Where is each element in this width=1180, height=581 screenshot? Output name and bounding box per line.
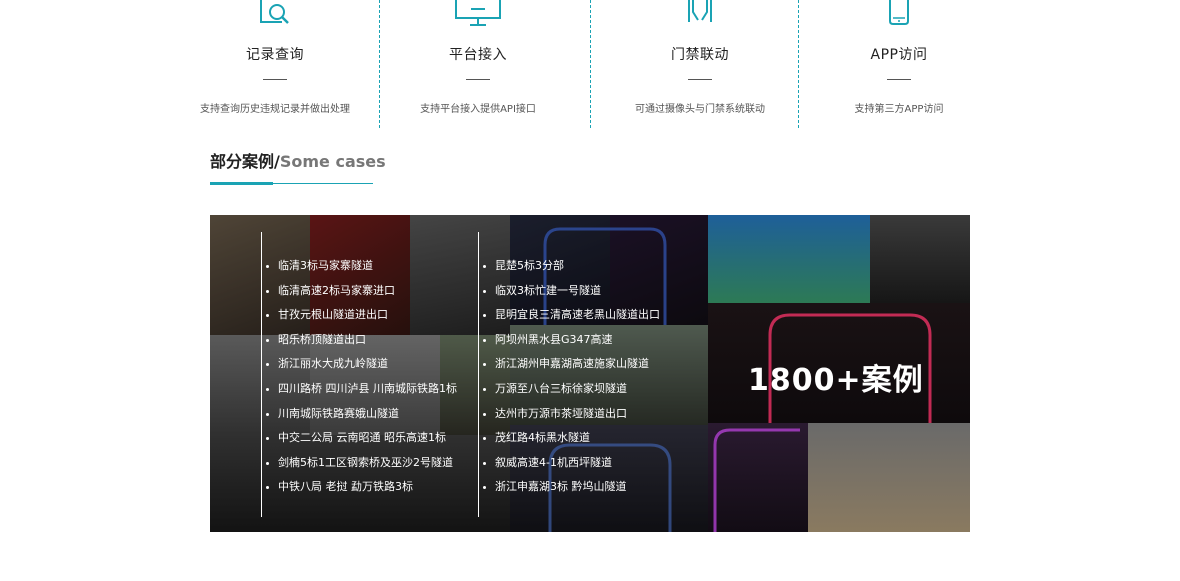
case-item: 昆楚5标3分部 xyxy=(480,255,660,280)
feature-title: 记录查询 xyxy=(246,47,304,63)
case-item: 茂红路4标黑水隧道 xyxy=(480,427,660,452)
feature-separator xyxy=(379,0,380,128)
list-divider-line xyxy=(478,232,479,517)
case-item: 临清3标马家寨隧道 xyxy=(263,255,457,280)
cases-heading: 部分案例/Some cases xyxy=(210,148,386,172)
feature-record-query: 记录查询 支持查询历史违规记录并做出处理 xyxy=(170,0,380,130)
feature-title: APP访问 xyxy=(870,47,928,63)
case-item: 浙江申嘉湖3标 黔坞山隧道 xyxy=(480,476,660,501)
document-search-icon xyxy=(260,0,289,24)
case-item: 剑楠5标1工区钢索桥及巫沙2号隧道 xyxy=(263,452,457,477)
feature-desc: 支持平台接入提供API接口 xyxy=(420,104,536,115)
list-divider-line xyxy=(261,232,262,517)
case-item: 临双3标忙建一号隧道 xyxy=(480,280,660,305)
feature-platform-access: 平台接入 支持平台接入提供API接口 xyxy=(373,0,583,130)
case-item: 叙威高速4-1机西坪隧道 xyxy=(480,452,660,477)
monitor-icon xyxy=(455,0,501,26)
feature-divider xyxy=(466,79,490,80)
case-item: 昆明宜良三清高速老黑山隧道出口 xyxy=(480,304,660,329)
cases-heading-cn: 部分案例/ xyxy=(210,152,280,171)
case-item: 阿坝州黑水县G347高速 xyxy=(480,329,660,354)
feature-title: 门禁联动 xyxy=(671,47,729,63)
feature-app-access: APP访问 支持第三方APP访问 xyxy=(794,0,1004,130)
case-item: 昭乐桥顶隧道出口 xyxy=(263,329,457,354)
feature-desc: 支持查询历史违规记录并做出处理 xyxy=(200,104,350,115)
case-list-right: 昆楚5标3分部 临双3标忙建一号隧道 昆明宜良三清高速老黑山隧道出口 阿坝州黑水… xyxy=(480,255,660,501)
feature-divider xyxy=(688,79,712,80)
case-item: 甘孜元根山隧道进出口 xyxy=(263,304,457,329)
case-item: 达州市万源市茶垭隧道出口 xyxy=(480,403,660,428)
feature-separator xyxy=(798,0,799,128)
feature-divider xyxy=(263,79,287,80)
case-item: 临清高速2标马家寨进口 xyxy=(263,280,457,305)
case-item: 浙江丽水大成九岭隧道 xyxy=(263,353,457,378)
case-list-left: 临清3标马家寨隧道 临清高速2标马家寨进口 甘孜元根山隧道进出口 昭乐桥顶隧道出… xyxy=(263,255,457,501)
feature-desc: 可通过摄像头与门禁系统联动 xyxy=(635,104,765,115)
case-item: 川南城际铁路赛娥山隧道 xyxy=(263,403,457,428)
cases-heading-en: Some cases xyxy=(279,152,386,171)
feature-desc: 支持第三方APP访问 xyxy=(854,104,944,115)
case-item: 中铁八局 老挝 勐万铁路3标 xyxy=(263,476,457,501)
case-item: 万源至八台三标徐家坝隧道 xyxy=(480,378,660,403)
case-item: 中交二公局 云南昭通 昭乐高速1标 xyxy=(263,427,457,452)
feature-title: 平台接入 xyxy=(449,47,507,63)
case-item: 浙江湖州申嘉湖高速施家山隧道 xyxy=(480,353,660,378)
case-count-label: 1800+案例 xyxy=(748,363,924,398)
gate-icon xyxy=(688,0,712,22)
case-item: 四川路桥 四川泸县 川南城际铁路1标 xyxy=(263,378,457,403)
heading-underline-accent xyxy=(210,182,273,185)
feature-separator xyxy=(590,0,591,128)
smartphone-icon xyxy=(889,0,909,25)
feature-divider xyxy=(887,79,911,80)
cases-banner: 临清3标马家寨隧道 临清高速2标马家寨进口 甘孜元根山隧道进出口 昭乐桥顶隧道出… xyxy=(210,215,970,532)
feature-gate-linkage: 门禁联动 可通过摄像头与门禁系统联动 xyxy=(595,0,805,130)
